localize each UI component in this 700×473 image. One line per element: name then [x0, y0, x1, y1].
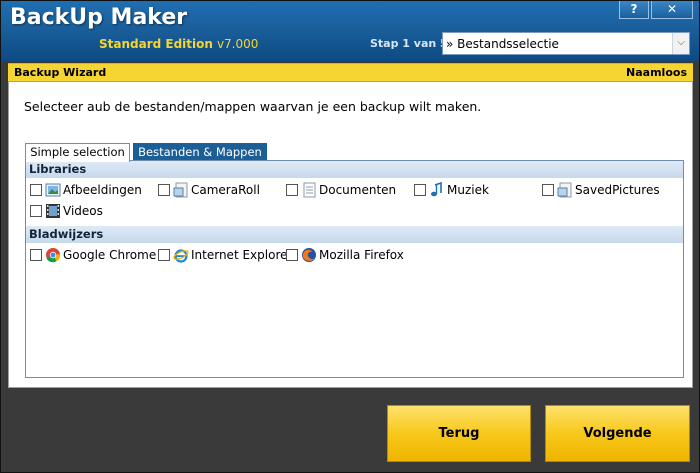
item-label: Internet Explorer: [191, 248, 293, 262]
checkbox[interactable]: [286, 184, 298, 196]
checkbox[interactable]: [158, 184, 170, 196]
wizard-header-bar: Backup Wizard Naamloos: [8, 63, 693, 81]
library-item-muziek[interactable]: Muziek: [414, 181, 489, 199]
item-label: Mozilla Firefox: [319, 248, 404, 262]
item-label: Documenten: [319, 183, 397, 197]
window-controls: ? ✕: [619, 1, 693, 19]
help-button[interactable]: ?: [619, 1, 649, 19]
library-item-savedpictures[interactable]: SavedPictures: [542, 181, 660, 199]
step-label: Stap 1 van 5:: [370, 37, 453, 50]
edition-label: Standard Edition v7.000: [99, 37, 258, 51]
section-header-libraries: Libraries: [26, 161, 683, 178]
camera-roll-library-icon: [173, 182, 188, 198]
bookmark-item-ie[interactable]: Internet Explorer: [158, 246, 292, 264]
pictures-library-icon: [45, 183, 61, 197]
edition-name: Standard Edition: [99, 37, 213, 51]
checkbox[interactable]: [542, 184, 554, 196]
item-label: Afbeeldingen: [63, 183, 142, 197]
back-button[interactable]: Terug: [387, 405, 531, 462]
item-label: Videos: [63, 204, 103, 218]
library-item-cameraroll[interactable]: CameraRoll: [158, 181, 260, 199]
title-bar: BackUp Maker Standard Edition v7.000 ? ✕ …: [1, 1, 699, 61]
videos-library-icon: [46, 204, 60, 218]
item-label: Muziek: [447, 183, 489, 197]
saved-pictures-library-icon: [557, 182, 572, 198]
selection-list: Libraries Afbeeldingen CameraRoll Docume…: [25, 160, 684, 378]
item-label: Google Chrome: [63, 248, 157, 262]
documents-library-icon: [303, 182, 316, 198]
chrome-icon: [46, 248, 60, 263]
section-header-bookmarks: Bladwijzers: [26, 226, 683, 243]
bookmark-item-firefox[interactable]: Mozilla Firefox: [286, 246, 404, 264]
checkbox[interactable]: [30, 249, 42, 261]
bookmark-item-chrome[interactable]: Google Chrome: [30, 246, 156, 264]
checkbox[interactable]: [286, 249, 298, 261]
item-label: SavedPictures: [575, 183, 660, 197]
library-item-videos[interactable]: Videos: [30, 202, 103, 220]
instruction-text: Selecteer aub de bestanden/mappen waarva…: [24, 99, 482, 114]
checkbox[interactable]: [158, 249, 170, 261]
next-button[interactable]: Volgende: [545, 405, 690, 462]
tab-simple-selection[interactable]: Simple selection: [25, 143, 130, 162]
close-button[interactable]: ✕: [651, 1, 693, 19]
music-library-icon: [431, 182, 442, 197]
item-label: CameraRoll: [191, 183, 260, 197]
library-item-afbeeldingen[interactable]: Afbeeldingen: [30, 181, 142, 199]
chevron-down-icon[interactable]: ⌵: [672, 33, 689, 54]
wizard-content: Selecteer aub de bestanden/mappen waarva…: [8, 81, 693, 388]
app-title: BackUp Maker: [10, 5, 188, 30]
checkbox[interactable]: [30, 205, 42, 217]
checkbox[interactable]: [30, 184, 42, 196]
firefox-icon: [302, 248, 316, 262]
internet-explorer-icon: [173, 249, 189, 263]
checkbox[interactable]: [414, 184, 426, 196]
step-dropdown[interactable]: » Bestandsselectie ⌵: [442, 32, 690, 55]
app-window: BackUp Maker Standard Edition v7.000 ? ✕ …: [0, 0, 700, 473]
library-item-documenten[interactable]: Documenten: [286, 181, 396, 199]
tab-files-folders[interactable]: Bestanden & Mappen: [133, 143, 267, 161]
project-name: Naamloos: [626, 66, 687, 79]
wizard-title: Backup Wizard: [14, 66, 107, 79]
version-label: v7.000: [216, 37, 259, 51]
step-dropdown-value: » Bestandsselectie: [446, 37, 559, 51]
